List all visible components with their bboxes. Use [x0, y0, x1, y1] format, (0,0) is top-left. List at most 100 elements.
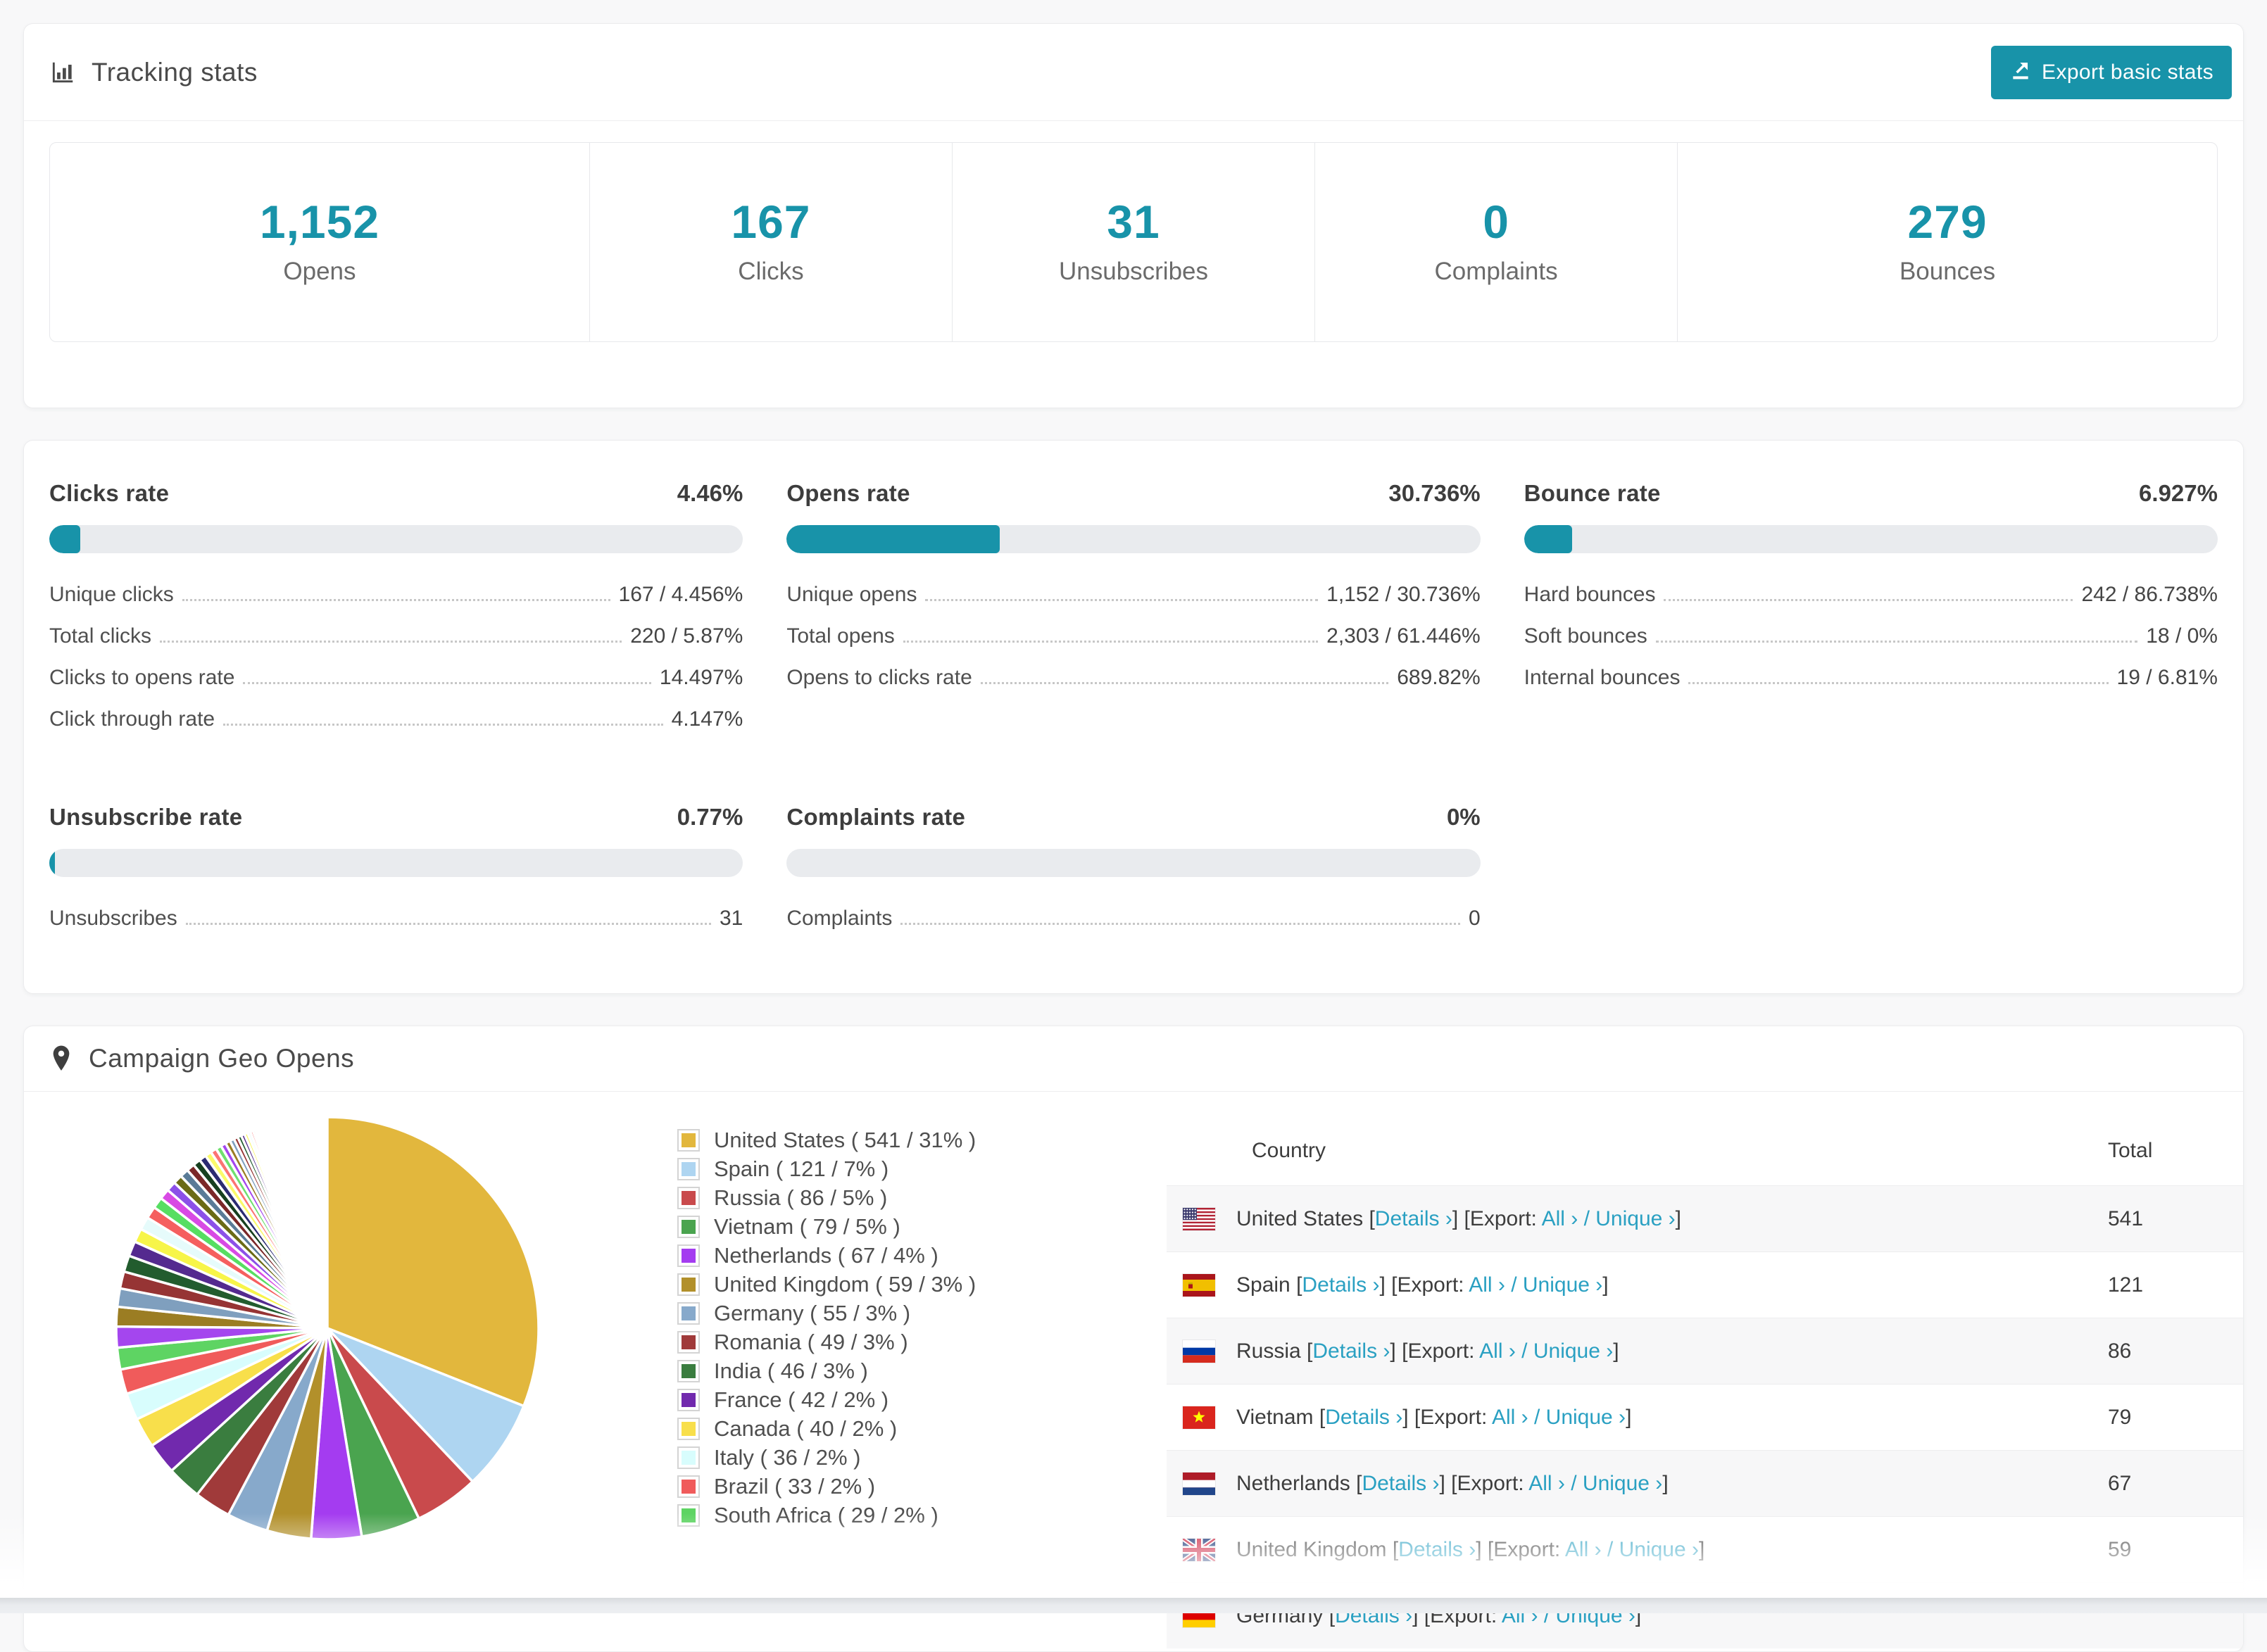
country-name: Spain	[1236, 1273, 1291, 1297]
geo-title: Campaign Geo Opens	[89, 1044, 355, 1073]
details-link[interactable]: Details ›	[1398, 1538, 1476, 1561]
rate-title: Unsubscribe rate	[49, 804, 243, 830]
details-link[interactable]: Details ›	[1302, 1273, 1379, 1297]
legend-item-italy[interactable]: Italy ( 36 / 2% )	[677, 1443, 976, 1472]
legend-item-france[interactable]: France ( 42 / 2% )	[677, 1385, 976, 1414]
details-link[interactable]: Details ›	[1325, 1406, 1402, 1429]
stat-label-unsubscribes: Unsubscribes	[1058, 258, 1209, 285]
rate-detail-row: Unsubscribes 31	[49, 907, 743, 948]
country-cell: Vietnam [Details ›] [Export: All › / Uni…	[1167, 1406, 2102, 1430]
export-basic-stats-button[interactable]: Export basic stats	[1991, 45, 2232, 99]
rate-head-opens-rate: Opens rate 30.736%	[786, 480, 1480, 507]
rate-head-bounce-rate: Bounce rate 6.927%	[1524, 480, 2218, 507]
bracket: ]	[1602, 1273, 1609, 1297]
dotted-leader	[243, 682, 651, 684]
export-unique-link[interactable]: Unique ›	[1619, 1538, 1699, 1561]
geo-content: United States ( 541 / 31% ) Spain ( 121 /…	[24, 1092, 2243, 1651]
rate-detail-rows: Unsubscribes 31	[49, 907, 743, 948]
rate-detail-row: Clicks to opens rate 14.497%	[49, 666, 743, 707]
rate-panel-clicks-rate: Clicks rate 4.46% Unique clicks 167 / 4.456…	[49, 480, 743, 749]
details-link[interactable]: Details ›	[1362, 1472, 1439, 1495]
details-link[interactable]: Details ›	[1312, 1339, 1390, 1363]
legend-item-brazil[interactable]: Brazil ( 33 / 2% )	[677, 1472, 976, 1501]
dotted-leader	[1688, 682, 2109, 684]
legend-item-russia[interactable]: Russia ( 86 / 5% )	[677, 1183, 976, 1212]
dotted-leader	[1664, 599, 2073, 601]
export-all-link[interactable]: All ›	[1528, 1472, 1565, 1495]
legend-item-spain[interactable]: Spain ( 121 / 7% )	[677, 1154, 976, 1183]
table-row-russia: Russia [Details ›] [Export: All › / Uniq…	[1167, 1318, 2243, 1384]
export-unique-link[interactable]: Unique ›	[1595, 1207, 1675, 1230]
legend-swatch	[677, 1186, 700, 1209]
stat-value-bounces: 279	[1907, 196, 1987, 248]
export-all-link[interactable]: All ›	[1479, 1339, 1516, 1363]
table-row-spain: Spain [Details ›] [Export: All › / Uniqu…	[1167, 1251, 2243, 1318]
export-unique-link[interactable]: Unique ›	[1523, 1273, 1602, 1297]
dotted-leader	[925, 599, 1319, 601]
legend-swatch	[677, 1273, 700, 1296]
legend-label: Spain ( 121 / 7% )	[714, 1156, 889, 1181]
tracking-stats-title: Tracking stats	[49, 58, 258, 87]
legend-item-canada[interactable]: Canada ( 40 / 2% )	[677, 1414, 976, 1443]
progress-track	[786, 849, 1481, 877]
rate-detail-label: Complaints	[786, 907, 893, 930]
export-all-link[interactable]: All ›	[1542, 1207, 1578, 1230]
rate-detail-row: Complaints 0	[786, 907, 1480, 948]
table-row-vietnam: Vietnam [Details ›] [Export: All › / Uni…	[1167, 1384, 2243, 1450]
legend-item-vietnam[interactable]: Vietnam ( 79 / 5% )	[677, 1212, 976, 1241]
bracket: ]	[1699, 1537, 1705, 1561]
legend-item-romania[interactable]: Romania ( 49 / 3% )	[677, 1328, 976, 1356]
rate-detail-value: 19 / 6.81%	[2116, 666, 2218, 689]
bracket: [	[1369, 1206, 1375, 1230]
legend-item-united-kingdom[interactable]: United Kingdom ( 59 / 3% )	[677, 1270, 976, 1299]
country-line: Vietnam [Details ›] [Export: All › / Uni…	[1236, 1406, 1631, 1430]
legend-label: Romania ( 49 / 3% )	[714, 1329, 908, 1354]
rate-head-unsubscribe-rate: Unsubscribe rate 0.77%	[49, 804, 743, 831]
pie-chart-svg	[115, 1116, 540, 1541]
country-name: Russia	[1236, 1339, 1301, 1363]
total-value: 79	[2108, 1405, 2132, 1429]
legend-item-south-africa[interactable]: South Africa ( 29 / 2% )	[677, 1501, 976, 1530]
legend-item-india[interactable]: India ( 46 / 3% )	[677, 1356, 976, 1385]
legend-label: India ( 46 / 3% )	[714, 1358, 868, 1383]
export-all-link[interactable]: All ›	[1469, 1273, 1505, 1297]
legend-swatch	[677, 1359, 700, 1382]
stats-row: 1,152 Opens 167 Clicks 31 Unsubscribes 0 Compla…	[49, 142, 2218, 342]
export-icon	[2009, 58, 2032, 87]
rate-detail-value: 220 / 5.87%	[630, 624, 743, 648]
export-label: Export:	[1469, 1206, 1542, 1230]
rate-detail-rows: Hard bounces 242 / 86.738% Soft bounces 18 …	[1524, 583, 2218, 707]
details-link[interactable]: Details ›	[1375, 1207, 1452, 1230]
tracking-stats-card: Tracking stats Export basic stats 1,152 O…	[23, 23, 2244, 408]
export-all-link[interactable]: All ›	[1492, 1406, 1528, 1429]
flag-icon-nl	[1183, 1472, 1215, 1495]
legend-item-germany[interactable]: Germany ( 55 / 3% )	[677, 1299, 976, 1328]
country-name: Vietnam	[1236, 1405, 1314, 1429]
stat-value-complaints: 0	[1483, 196, 1509, 248]
export-label: Export:	[1407, 1339, 1480, 1363]
stat-value-opens: 1,152	[259, 196, 380, 248]
legend-swatch	[677, 1475, 700, 1498]
export-unique-link[interactable]: Unique ›	[1583, 1472, 1662, 1495]
export-unique-link[interactable]: Unique ›	[1546, 1406, 1626, 1429]
legend-swatch	[677, 1215, 700, 1238]
rate-detail-value: 31	[719, 907, 743, 930]
total-value: 541	[2108, 1206, 2144, 1230]
export-all-link[interactable]: All ›	[1565, 1538, 1602, 1561]
progress-fill	[49, 525, 80, 553]
country-line: Spain [Details ›] [Export: All › / Uniqu…	[1236, 1273, 1609, 1297]
bracket: ] [	[1402, 1405, 1421, 1429]
campaign-geo-opens-card: Campaign Geo Opens United States ( 541 /…	[23, 1026, 2244, 1652]
legend-swatch	[677, 1503, 700, 1527]
bracket: ] [	[1379, 1273, 1398, 1297]
legend-item-united-states[interactable]: United States ( 541 / 31% )	[677, 1125, 976, 1154]
table-row-germany: Germany [Details ›] [Export: All › / Uni…	[1167, 1582, 2243, 1648]
bracket: [	[1319, 1405, 1326, 1429]
geo-title-wrap: Campaign Geo Opens	[49, 1044, 354, 1073]
export-unique-link[interactable]: Unique ›	[1533, 1339, 1613, 1363]
bracket: ]	[1613, 1339, 1619, 1363]
legend-swatch	[677, 1301, 700, 1325]
legend-item-netherlands[interactable]: Netherlands ( 67 / 4% )	[677, 1241, 976, 1270]
country-name: Netherlands	[1236, 1471, 1350, 1495]
geo-table-body: United States [Details ›] [Export: All ›…	[1167, 1185, 2243, 1648]
